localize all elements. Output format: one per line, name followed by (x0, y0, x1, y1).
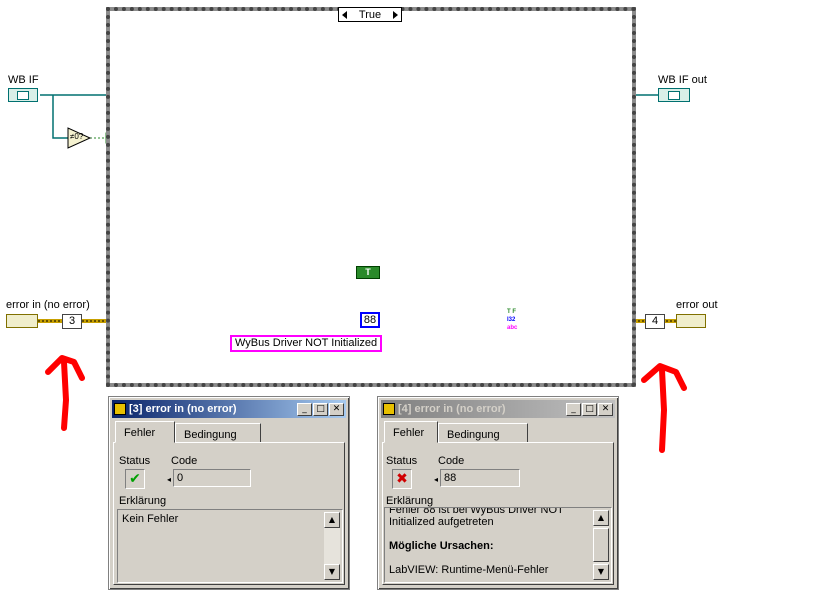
bundler-input-bool: T F (507, 309, 516, 315)
string-constant[interactable]: WyBus Driver NOT Initialized (230, 335, 383, 352)
case-next-icon[interactable] (393, 10, 398, 19)
case-selector[interactable]: True (338, 7, 402, 22)
case-structure[interactable] (106, 7, 636, 387)
probe-right-title: [4] error in (no error) (398, 403, 506, 415)
wb-if-out-label: WB IF out (658, 74, 707, 86)
case-selector-value: True (358, 8, 382, 21)
error-in-probe[interactable]: 3 (62, 314, 82, 329)
bool-constant[interactable]: T (356, 266, 380, 279)
error-out-probe[interactable]: 4 (645, 314, 665, 329)
scroll-thumb[interactable] (593, 528, 609, 562)
scroll-down-icon[interactable]: ▼ (324, 564, 340, 580)
explanation-line: LabVIEW: Runtime-Menü-Fehler (389, 564, 549, 576)
refnum-icon (17, 90, 29, 100)
code-field[interactable]: 88 (440, 469, 520, 487)
error-in-terminal[interactable] (6, 314, 38, 328)
error-out-terminal[interactable] (676, 314, 706, 328)
tab-fehler[interactable]: Fehler (115, 421, 175, 443)
close-button[interactable]: ✕ (598, 402, 613, 416)
explanation-textarea[interactable]: Fehler 88 ist bei WyBus Driver NOT Initi… (384, 507, 612, 583)
maximize-button[interactable]: □ (582, 402, 597, 416)
scrollbar[interactable]: ▲ ▼ (324, 512, 340, 580)
not-equal-zero-label: ≠0? (70, 132, 84, 141)
code-increment-icon[interactable]: ◂ (434, 475, 438, 484)
wb-if-terminal[interactable] (8, 88, 38, 102)
tab-bedingung[interactable]: Bedingung (175, 423, 261, 443)
scroll-down-icon[interactable]: ▼ (593, 564, 609, 580)
red-arrow-left (45, 355, 85, 431)
probe-window-left[interactable]: [3] error in (no error) _ □ ✕ Fehler Bed… (108, 396, 350, 590)
check-icon: ✔ (125, 469, 145, 489)
bundler-input-source: abc (507, 325, 518, 331)
red-arrow-right (641, 363, 687, 453)
probe-right-titlebar[interactable]: [4] error in (no error) _ □ ✕ (381, 400, 615, 418)
explanation-label: Erklärung (386, 495, 434, 507)
scroll-up-icon[interactable]: ▲ (593, 510, 609, 526)
explanation-line (389, 528, 607, 540)
probe-window-right[interactable]: [4] error in (no error) _ □ ✕ Fehler Bed… (377, 396, 619, 590)
code-constant[interactable]: 88 (360, 312, 380, 328)
close-button[interactable]: ✕ (329, 402, 344, 416)
minimize-button[interactable]: _ (566, 402, 581, 416)
minimize-button[interactable]: _ (297, 402, 312, 416)
tab-bedingung[interactable]: Bedingung (438, 423, 528, 443)
wb-if-branch-wire (52, 95, 68, 139)
bundler-inputs: T F I32 abc (507, 308, 519, 332)
scrollbar[interactable]: ▲ ▼ (593, 510, 609, 580)
error-in-label: error in (no error) (6, 299, 90, 311)
explanation-text: Fehler 88 ist bei WyBus Driver NOT Initi… (385, 507, 611, 576)
code-field[interactable]: 0 (173, 469, 251, 487)
explanation-line: Kein Fehler (122, 513, 179, 525)
explanation-line: Initialized aufgetreten (389, 516, 494, 528)
refnum-icon (668, 90, 680, 100)
scroll-up-icon[interactable]: ▲ (324, 512, 340, 528)
probe-left-title: [3] error in (no error) (129, 403, 237, 415)
code-label: Code (438, 455, 465, 467)
labview-icon (114, 403, 126, 415)
explanation-text: Kein Fehler (118, 510, 342, 529)
code-label: Code (171, 455, 198, 467)
probe-left-titlebar[interactable]: [3] error in (no error) _ □ ✕ (112, 400, 346, 418)
explanation-line: Fehler 88 ist bei WyBus Driver NOT (389, 507, 564, 516)
status-label: Status (386, 455, 418, 467)
wb-if-label: WB IF (8, 74, 39, 86)
explanation-label: Erklärung (119, 495, 167, 507)
error-out-label: error out (676, 299, 718, 311)
bundler-input-code: I32 (507, 317, 516, 323)
labview-icon (383, 403, 395, 415)
error-x-icon: ✖ (392, 469, 412, 489)
code-increment-icon[interactable]: ◂ (167, 475, 171, 484)
explanation-line: Mögliche Ursachen: (389, 540, 494, 552)
tab-fehler[interactable]: Fehler (384, 421, 438, 443)
case-prev-icon[interactable] (342, 10, 347, 19)
explanation-textarea[interactable]: Kein Fehler ▲ ▼ (117, 509, 343, 583)
maximize-button[interactable]: □ (313, 402, 328, 416)
explanation-line (389, 552, 607, 564)
status-label: Status (119, 455, 151, 467)
wb-if-out-terminal[interactable] (658, 88, 690, 102)
